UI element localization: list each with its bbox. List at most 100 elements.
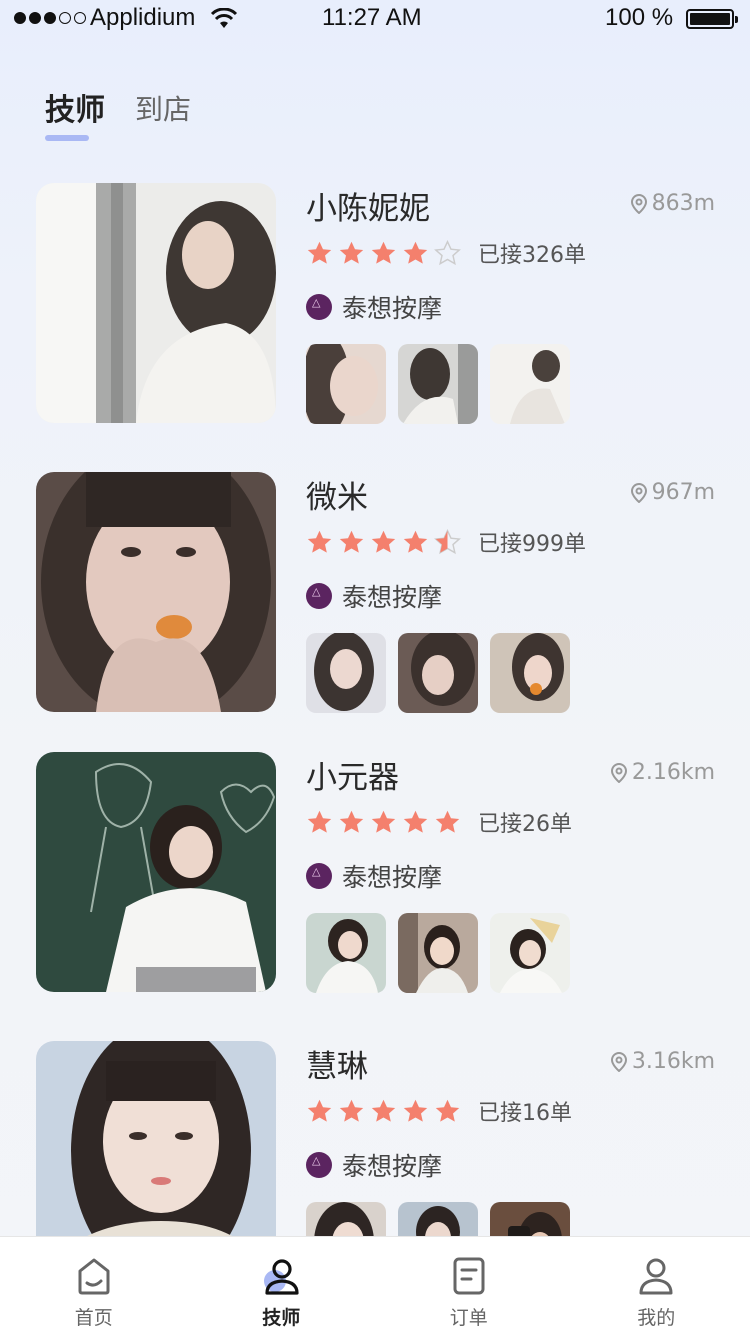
star-rating — [306, 809, 466, 836]
shop-logo-icon — [306, 863, 332, 889]
order-count: 已接999单 — [478, 532, 586, 557]
nav-home-label: 首页 — [74, 1307, 113, 1329]
gallery-photo[interactable] — [398, 344, 478, 424]
star-icon — [403, 530, 428, 553]
technician-name: 小元器 — [306, 760, 399, 796]
order-count: 已接326单 — [478, 243, 586, 268]
star-icon — [403, 810, 428, 833]
star-icon — [434, 528, 461, 554]
star-icon — [307, 1099, 332, 1122]
technician-name: 慧琳 — [306, 1049, 368, 1085]
star-icon — [339, 241, 364, 264]
bottom-tab-bar: 首页 技师 订单 我的 — [0, 1236, 750, 1334]
location-pin-icon — [610, 1051, 627, 1072]
nav-home[interactable]: 首页 — [0, 1237, 188, 1334]
star-icon — [371, 241, 396, 264]
profile-icon — [639, 1258, 673, 1295]
shop-info: 泰想按摩 — [306, 858, 442, 894]
star-icon — [371, 530, 396, 553]
home-icon — [78, 1258, 110, 1295]
battery-percent: 100 % — [605, 4, 674, 31]
technician-list: 小陈妮妮 863m 已接326单 泰想按摩 — [0, 183, 750, 1330]
gallery-photo[interactable] — [398, 913, 478, 993]
technician-name: 微米 — [306, 480, 368, 516]
technician-distance: 3.16km — [610, 1049, 715, 1074]
technician-card[interactable]: 小陈妮妮 863m 已接326单 泰想按摩 — [0, 183, 750, 463]
order-count: 已接16单 — [478, 1101, 572, 1126]
tab-technician-label: 技师 — [45, 93, 105, 128]
gallery-photo[interactable] — [490, 633, 570, 713]
technician-distance: 967m — [630, 480, 715, 505]
gallery-photo[interactable] — [306, 913, 386, 993]
star-icon — [339, 1099, 364, 1122]
star-icon — [435, 810, 460, 833]
star-rating — [306, 239, 466, 267]
nav-technician-label: 技师 — [262, 1307, 301, 1329]
rating: 已接999单 — [306, 526, 586, 558]
status-bar: Applidium 11:27 AM 100 % — [0, 0, 750, 40]
gallery-photo[interactable] — [398, 633, 478, 713]
star-icon — [307, 530, 332, 553]
star-icon — [434, 239, 461, 265]
shop-logo-icon — [306, 583, 332, 609]
nav-profile[interactable]: 我的 — [563, 1237, 750, 1334]
location-pin-icon — [610, 762, 627, 783]
rating: 已接326单 — [306, 237, 586, 269]
technician-distance: 863m — [630, 191, 715, 216]
star-icon — [307, 241, 332, 264]
shop-info: 泰想按摩 — [306, 289, 442, 325]
order-count: 已接26单 — [478, 812, 572, 837]
shop-name: 泰想按摩 — [342, 583, 443, 612]
nav-technician[interactable]: 技师 — [188, 1237, 376, 1334]
location-pin-icon — [630, 193, 647, 214]
nav-profile-label: 我的 — [637, 1307, 676, 1329]
star-icon — [371, 810, 396, 833]
technician-photo[interactable] — [36, 752, 276, 992]
star-icon — [339, 810, 364, 833]
signal-strength-icon — [14, 12, 86, 24]
technician-card[interactable]: 微米 967m 已接999单 泰想按摩 — [0, 472, 750, 752]
star-icon — [403, 1099, 428, 1122]
star-icon — [435, 1099, 460, 1122]
technician-icon — [264, 1259, 299, 1295]
location-pin-icon — [630, 482, 647, 503]
carrier-name: Applidium — [90, 4, 196, 31]
distance-value: 2.16km — [631, 760, 715, 785]
rating: 已接26单 — [306, 806, 572, 838]
shop-info: 泰想按摩 — [306, 1147, 442, 1183]
gallery-photo[interactable] — [306, 633, 386, 713]
shop-logo-icon — [306, 294, 332, 320]
star-icon — [403, 241, 428, 264]
nav-orders-label: 订单 — [449, 1307, 488, 1329]
nav-orders[interactable]: 订单 — [375, 1237, 563, 1334]
star-rating — [306, 528, 466, 556]
shop-name: 泰想按摩 — [342, 863, 443, 892]
photo-gallery — [306, 913, 570, 993]
technician-name: 小陈妮妮 — [306, 191, 430, 227]
shop-name: 泰想按摩 — [342, 1152, 443, 1181]
tab-store-label: 到店 — [135, 93, 192, 126]
gallery-photo[interactable] — [306, 344, 386, 424]
star-rating — [306, 1098, 466, 1125]
tab-technician[interactable]: 技师 — [45, 85, 105, 141]
technician-photo[interactable] — [36, 472, 276, 712]
order-icon — [453, 1257, 485, 1295]
photo-gallery — [306, 633, 570, 713]
distance-value: 967m — [651, 480, 715, 505]
top-tabs: 技师 到店 — [45, 85, 191, 141]
tab-store[interactable]: 到店 — [135, 85, 191, 129]
technician-card[interactable]: 小元器 2.16km 已接26单 泰想按摩 — [0, 752, 750, 1032]
star-icon — [339, 530, 364, 553]
distance-value: 3.16km — [631, 1049, 715, 1074]
wifi-icon — [210, 8, 238, 28]
technician-photo[interactable] — [36, 183, 276, 423]
distance-value: 863m — [651, 191, 715, 216]
gallery-photo[interactable] — [490, 913, 570, 993]
shop-name: 泰想按摩 — [342, 294, 443, 323]
gallery-photo[interactable] — [490, 344, 570, 424]
battery-icon — [686, 9, 738, 29]
star-icon — [371, 1099, 396, 1122]
rating: 已接16单 — [306, 1095, 572, 1127]
clock: 11:27 AM — [322, 4, 422, 31]
star-icon — [307, 810, 332, 833]
